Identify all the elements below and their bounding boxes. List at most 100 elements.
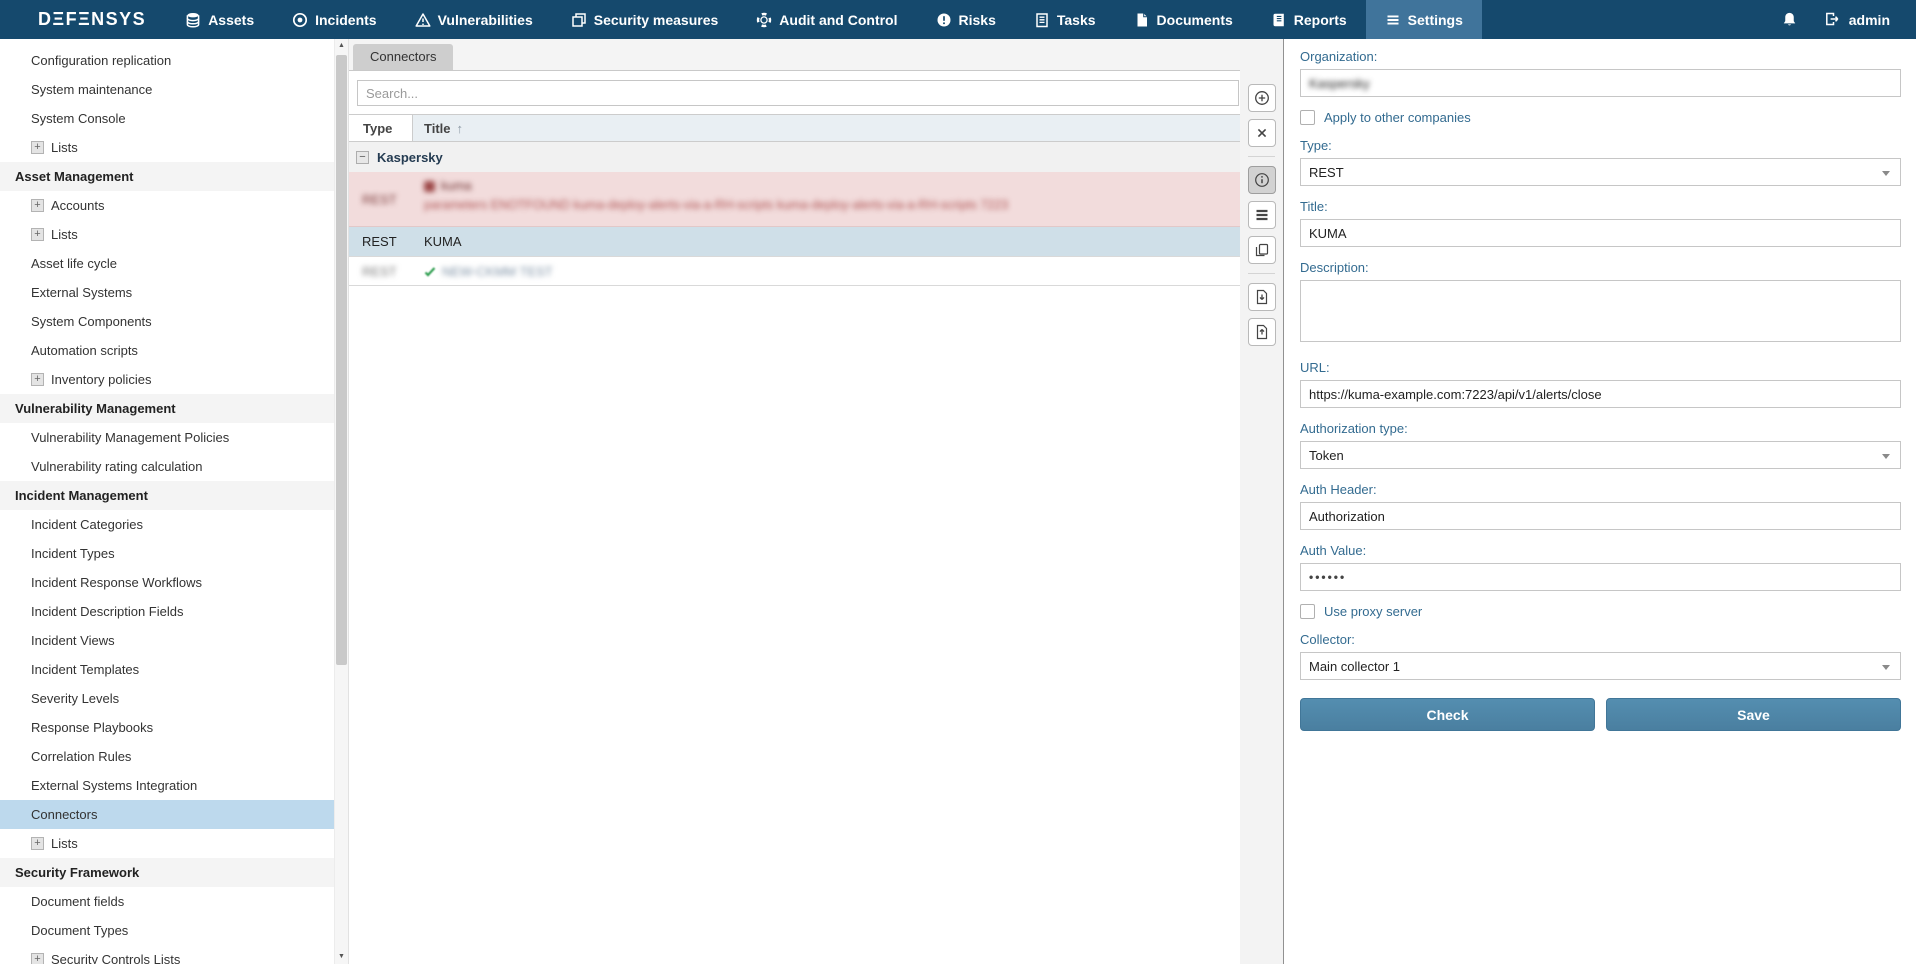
- use-proxy-checkbox[interactable]: Use proxy server: [1300, 604, 1901, 619]
- sort-ascending-icon: ↑: [457, 121, 464, 136]
- expand-plus-icon[interactable]: +: [31, 141, 44, 154]
- search-input[interactable]: [357, 80, 1239, 106]
- table-row[interactable]: REST NEW-CKMM TEST: [349, 257, 1240, 286]
- import-button[interactable]: [1248, 283, 1276, 311]
- sidebar-item-accounts[interactable]: +Accounts: [0, 191, 348, 220]
- group-row-kaspersky[interactable]: − Kaspersky: [349, 142, 1240, 172]
- apply-other-companies-checkbox[interactable]: Apply to other companies: [1300, 110, 1901, 125]
- sidebar-item-system-components[interactable]: System Components: [0, 307, 348, 336]
- connector-status-icon: [424, 265, 436, 277]
- collector-select[interactable]: Main collector 1: [1300, 652, 1901, 680]
- table-row-selected[interactable]: REST KUMA: [349, 227, 1240, 257]
- nav-item-security-measures[interactable]: Security measures: [552, 0, 738, 39]
- sidebar-item-response-playbooks[interactable]: Response Playbooks: [0, 713, 348, 742]
- sidebar-item-connectors[interactable]: Connectors: [0, 800, 348, 829]
- sidebar-item-external-systems-integration[interactable]: External Systems Integration: [0, 771, 348, 800]
- details-button[interactable]: [1248, 166, 1276, 194]
- sidebar-item-incident-views[interactable]: Incident Views: [0, 626, 348, 655]
- column-header-title[interactable]: Title ↑: [413, 115, 1240, 141]
- sidebar-item-configuration-replication[interactable]: Configuration replication: [0, 46, 348, 75]
- delete-button[interactable]: [1248, 119, 1276, 147]
- expand-plus-icon[interactable]: +: [31, 199, 44, 212]
- expand-plus-icon[interactable]: +: [31, 228, 44, 241]
- sidebar-item-document-fields[interactable]: Document fields: [0, 887, 348, 916]
- sidebar-item-lists[interactable]: +Lists: [0, 220, 348, 249]
- tab-connectors[interactable]: Connectors: [353, 44, 453, 70]
- expand-plus-icon[interactable]: +: [31, 373, 44, 386]
- auth-header-field[interactable]: [1300, 502, 1901, 530]
- error-icon: [424, 181, 435, 192]
- save-button[interactable]: Save: [1606, 698, 1901, 731]
- title-field[interactable]: [1300, 219, 1901, 247]
- auth-header-label: Auth Header:: [1300, 482, 1901, 497]
- nav-item-reports[interactable]: Reports: [1252, 0, 1366, 39]
- toolbar-divider: [1248, 273, 1275, 274]
- nav-item-documents[interactable]: Documents: [1115, 0, 1252, 39]
- sidebar-item-lists[interactable]: +Lists: [0, 829, 348, 858]
- settings-menu-icon: [1385, 12, 1401, 28]
- export-button[interactable]: [1248, 318, 1276, 346]
- reports-book-icon: [1271, 12, 1287, 28]
- description-field[interactable]: [1300, 280, 1901, 342]
- expand-plus-icon[interactable]: +: [31, 837, 44, 850]
- bell-icon[interactable]: [1781, 11, 1798, 28]
- list-button[interactable]: [1248, 201, 1276, 229]
- sidebar-item-system-console[interactable]: System Console: [0, 104, 348, 133]
- sidebar-item-external-systems[interactable]: External Systems: [0, 278, 348, 307]
- chevron-down-icon: [1882, 665, 1890, 670]
- authorization-type-label: Authorization type:: [1300, 421, 1901, 436]
- sidebar-item-asset-life-cycle[interactable]: Asset life cycle: [0, 249, 348, 278]
- organization-field[interactable]: Kaspersky: [1300, 69, 1901, 97]
- table-row-error[interactable]: REST kuma parameters ENOTFOUND kuma-depl…: [349, 172, 1240, 227]
- sidebar-item-incident-templates[interactable]: Incident Templates: [0, 655, 348, 684]
- sidebar-item-system-maintenance[interactable]: System maintenance: [0, 75, 348, 104]
- sidebar-item-incident-response-workflows[interactable]: Incident Response Workflows: [0, 568, 348, 597]
- user-name: admin: [1849, 12, 1890, 28]
- sidebar-item-document-types[interactable]: Document Types: [0, 916, 348, 945]
- sidebar-item-correlation-rules[interactable]: Correlation Rules: [0, 742, 348, 771]
- sidebar-item-incident-description-fields[interactable]: Incident Description Fields: [0, 597, 348, 626]
- auth-value-field[interactable]: ••••••: [1300, 563, 1901, 591]
- type-label: Type:: [1300, 138, 1901, 153]
- check-button[interactable]: Check: [1300, 698, 1595, 731]
- scroll-down-icon[interactable]: ▼: [335, 950, 348, 964]
- sidebar-item-severity-levels[interactable]: Severity Levels: [0, 684, 348, 713]
- nav-item-settings[interactable]: Settings: [1366, 0, 1482, 39]
- sidebar-item-automation-scripts[interactable]: Automation scripts: [0, 336, 348, 365]
- nav-item-assets[interactable]: Assets: [166, 0, 273, 39]
- collapse-icon[interactable]: −: [356, 151, 369, 164]
- checkbox-icon[interactable]: [1300, 110, 1315, 125]
- nav-item-vulnerabilities[interactable]: Vulnerabilities: [396, 0, 552, 39]
- url-field[interactable]: [1300, 380, 1901, 408]
- sidebar-scrollbar[interactable]: ▲ ▼: [334, 39, 348, 964]
- nav-item-incidents[interactable]: Incidents: [273, 0, 395, 39]
- sidebar-item-vulnerability-rating-calculation[interactable]: Vulnerability rating calculation: [0, 452, 348, 481]
- sidebar-item-lists[interactable]: +Lists: [0, 133, 348, 162]
- user-menu[interactable]: admin: [1824, 11, 1890, 28]
- sidebar-item-incident-types[interactable]: Incident Types: [0, 539, 348, 568]
- toolbar-divider: [1248, 156, 1275, 157]
- authorization-type-select[interactable]: Token: [1300, 441, 1901, 469]
- url-label: URL:: [1300, 360, 1901, 375]
- column-header-type[interactable]: Type: [349, 115, 413, 141]
- type-select[interactable]: REST: [1300, 158, 1901, 186]
- checkbox-icon[interactable]: [1300, 604, 1315, 619]
- nav-item-risks[interactable]: Risks: [917, 0, 1015, 39]
- sidebar-item-incident-categories[interactable]: Incident Categories: [0, 510, 348, 539]
- description-label: Description:: [1300, 260, 1901, 275]
- scrollbar-thumb[interactable]: [336, 55, 347, 665]
- nav-item-audit-and-control[interactable]: Audit and Control: [737, 0, 916, 39]
- add-button[interactable]: [1248, 84, 1276, 112]
- audit-control-lifebuoy-icon: [756, 12, 772, 28]
- nav-item-tasks[interactable]: Tasks: [1015, 0, 1115, 39]
- expand-plus-icon[interactable]: +: [31, 953, 44, 964]
- chevron-down-icon: [1882, 171, 1890, 176]
- chevron-down-icon: [1882, 454, 1890, 459]
- search-row: [349, 71, 1240, 114]
- sidebar-item-vulnerability-management-policies[interactable]: Vulnerability Management Policies: [0, 423, 348, 452]
- sidebar-item-inventory-policies[interactable]: +Inventory policies: [0, 365, 348, 394]
- copy-button[interactable]: [1248, 236, 1276, 264]
- sidebar-item-security-controls-lists[interactable]: +Security Controls Lists: [0, 945, 348, 964]
- table-toolbar: [1240, 39, 1283, 964]
- scroll-up-icon[interactable]: ▲: [335, 39, 348, 53]
